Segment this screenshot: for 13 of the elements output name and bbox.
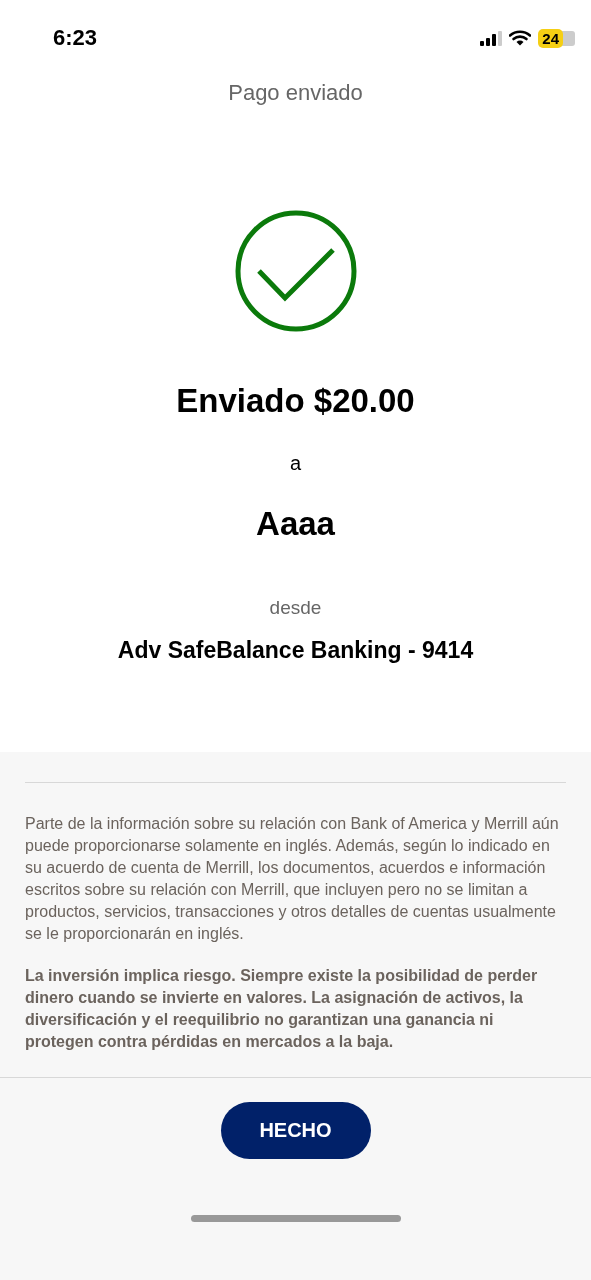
signal-icon: [480, 30, 503, 46]
done-button[interactable]: HECHO: [220, 1102, 371, 1159]
disclosure-text: Parte de la información sobre su relación con Bank of America y Merrill aún puede proporcionarse solamente en inglés. Además, según lo indicado en su acuerdo de cuenta de Merrill, los documentos, acuerdos e información escritos sobre su relación con Merrill, que incluyen pero no se limitan a productos, servicios, transacciones y otros detalles de cuentas usualmente se le proporcionarán en inglés.: [25, 814, 560, 944]
account-name: Adv SafeBalance Banking - 9414: [117, 637, 474, 664]
check-circle-icon: [234, 210, 357, 332]
recipient-name: Aaaa: [256, 505, 335, 543]
from-label: desde: [269, 597, 322, 619]
status-time: 6:23: [53, 25, 98, 51]
wifi-icon: [509, 30, 532, 46]
connector-text: a: [289, 452, 302, 475]
screen-title: Pago enviado: [228, 80, 363, 106]
amount-text: Enviado $20.00: [176, 382, 415, 420]
disclosure-text: La inversión implica riesgo. Siempre existe la posibilidad de perder dinero cuando se invierte en valores. La asignación de activos, la diversificación y el reequilibrio no garantizan una ganancia ni protegen contra pérdidas en mercados a la baja.: [25, 966, 539, 1052]
